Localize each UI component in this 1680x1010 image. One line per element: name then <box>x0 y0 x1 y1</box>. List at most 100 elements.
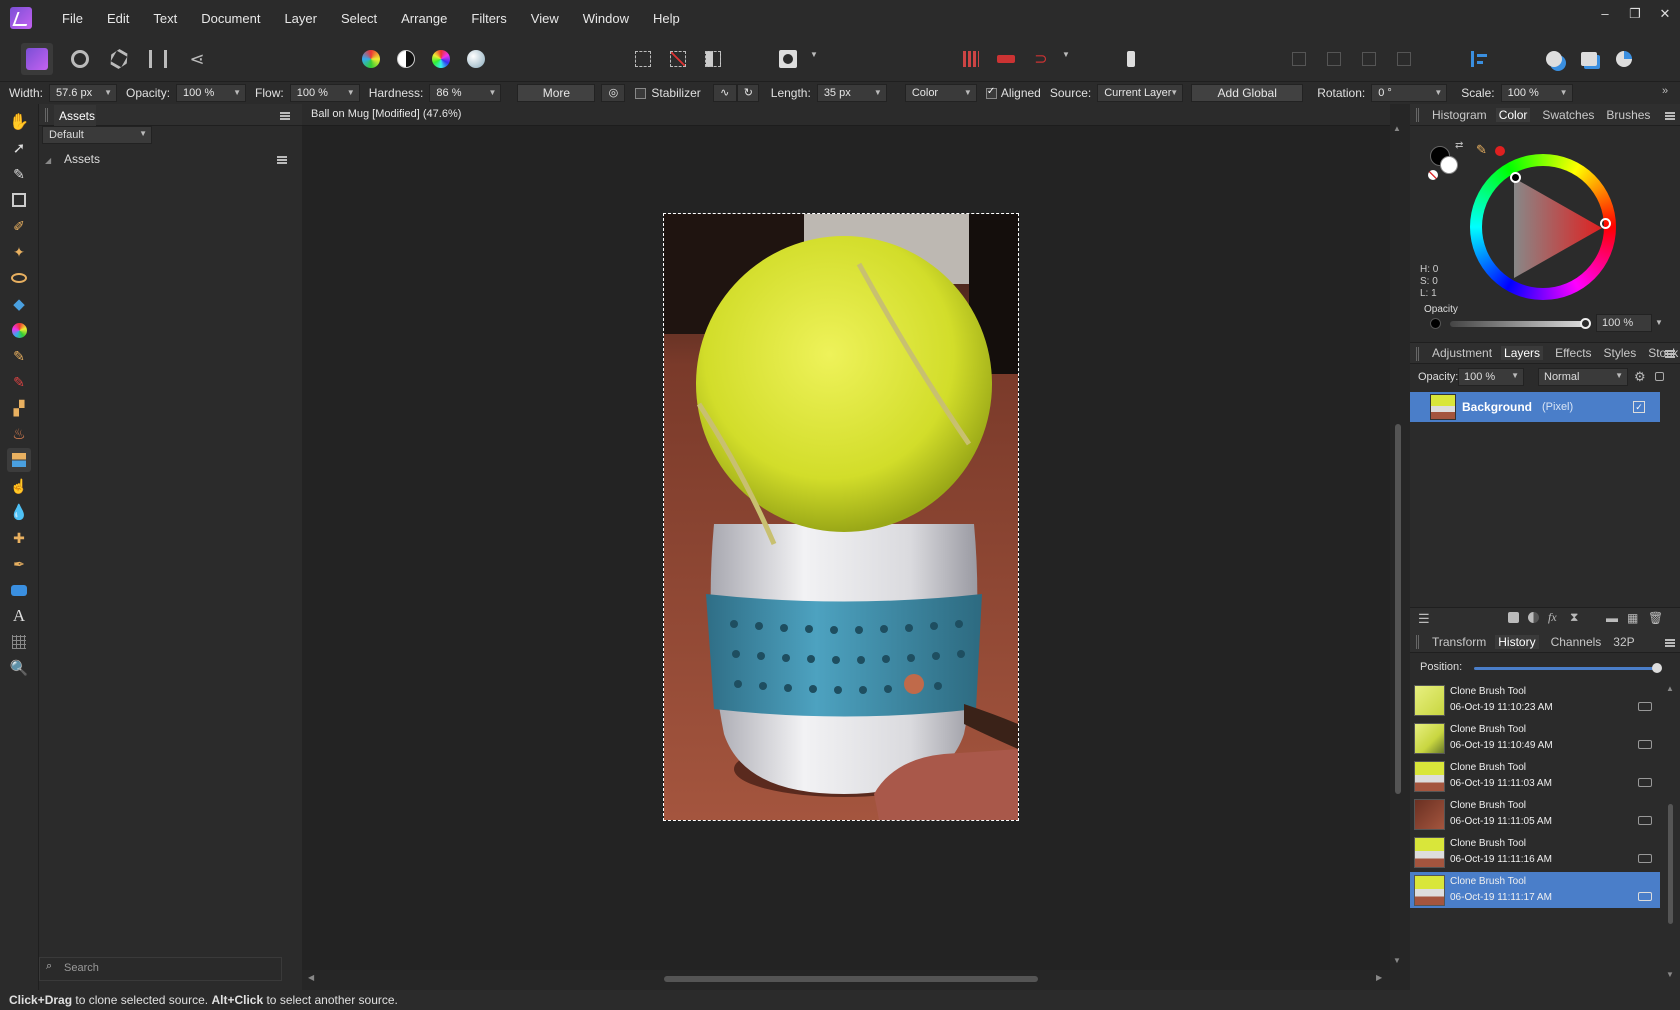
opacity-field[interactable]: 100 % ▼ <box>176 84 247 102</box>
paint-brush-tool-icon[interactable]: ✎ <box>7 344 31 368</box>
more-button[interactable]: More <box>517 84 596 102</box>
zoom-tool-icon[interactable]: 🔍 <box>7 656 31 680</box>
arrange-backward-icon[interactable] <box>1318 43 1350 75</box>
tab-32p[interactable]: 32P <box>1613 635 1634 649</box>
width-field[interactable]: 57.6 px ▼ <box>49 84 118 102</box>
menu-edit[interactable]: Edit <box>95 11 141 26</box>
document-tab[interactable]: Ball on Mug [Modified] (47.6%) ✕ <box>302 104 1403 126</box>
erase-brush-tool-icon[interactable]: ▞ <box>7 396 31 420</box>
tab-effects[interactable]: Effects <box>1555 346 1591 360</box>
studio-link-2-icon[interactable] <box>1573 43 1605 75</box>
scale-field[interactable]: 100 % ▼ <box>1500 84 1573 102</box>
layers-panel-menu-icon[interactable] <box>1665 350 1675 358</box>
auto-white-balance-icon[interactable] <box>460 43 492 75</box>
menu-view[interactable]: View <box>519 11 571 26</box>
menu-arrange[interactable]: Arrange <box>389 11 459 26</box>
tab-transform[interactable]: Transform <box>1432 635 1486 649</box>
rotation-field[interactable]: 0 ° ▼ <box>1371 84 1448 102</box>
quick-mask-dropdown-icon[interactable]: ▼ <box>810 50 818 59</box>
pen-tool-icon[interactable]: ✒ <box>7 552 31 576</box>
aligned-checkbox[interactable] <box>985 86 997 99</box>
color-opacity-slider-handle[interactable] <box>1580 318 1591 329</box>
force-pressure-icon[interactable]: ◎ <box>601 84 626 102</box>
lock-icon[interactable] <box>1655 372 1664 381</box>
tab-brushes[interactable]: Brushes <box>1606 108 1650 122</box>
select-all-icon[interactable] <box>627 43 659 75</box>
history-scroll-up-icon[interactable]: ▲ <box>1666 684 1674 693</box>
auto-levels-icon[interactable] <box>355 43 387 75</box>
hue-picker-handle[interactable] <box>1600 218 1611 229</box>
panel-grip-icon[interactable] <box>1416 347 1419 361</box>
close-window-icon[interactable]: ✕ <box>1652 6 1678 26</box>
auto-contrast-icon[interactable] <box>390 43 422 75</box>
gradient-tool-icon[interactable] <box>7 318 31 342</box>
history-item[interactable]: Clone Brush Tool 06-Oct-19 11:11:16 AM <box>1410 834 1660 870</box>
flow-field[interactable]: 100 % ▼ <box>289 84 360 102</box>
snapshot-camera-icon[interactable] <box>1638 816 1652 825</box>
panel-grip-icon[interactable] <box>1416 108 1419 122</box>
triangle-picker-handle[interactable] <box>1510 172 1521 183</box>
snapshot-camera-icon[interactable] <box>1638 702 1652 711</box>
adjustment-layer-icon[interactable] <box>1528 612 1539 623</box>
overflow-chevron-icon[interactable]: » <box>1662 85 1668 97</box>
stabilizer-checkbox[interactable] <box>635 87 647 99</box>
history-item[interactable]: Clone Brush Tool 06-Oct-19 11:11:03 AM <box>1410 758 1660 794</box>
history-panel-menu-icon[interactable] <box>1665 639 1675 647</box>
window-mode-icon[interactable]: ↻ <box>736 84 759 102</box>
color-opacity-slider[interactable] <box>1450 321 1586 327</box>
selection-brush-tool-icon[interactable]: ✐ <box>7 214 31 238</box>
no-color-icon[interactable] <box>1428 170 1438 180</box>
layers-stack-icon[interactable]: ☰ <box>1418 611 1430 627</box>
menu-select[interactable]: Select <box>329 11 389 26</box>
view-tool-icon[interactable]: ✋ <box>7 110 31 134</box>
menu-text[interactable]: Text <box>141 11 189 26</box>
layer-row-background[interactable]: Background (Pixel) ✓ <box>1410 392 1660 422</box>
snapshot-camera-icon[interactable] <box>1638 778 1652 787</box>
tab-histogram[interactable]: Histogram <box>1432 108 1487 122</box>
invert-selection-icon[interactable] <box>697 43 729 75</box>
snapshot-camera-icon[interactable] <box>1638 854 1652 863</box>
flood-fill-tool-icon[interactable]: ◆ <box>7 292 31 316</box>
color-opacity-field[interactable]: 100 % <box>1596 314 1652 332</box>
mesh-warp-tool-icon[interactable] <box>7 630 31 654</box>
move-tool-icon[interactable]: ➚ <box>7 136 31 160</box>
add-global-source-button[interactable]: Add Global Source <box>1191 84 1304 116</box>
length-field[interactable]: 35 px ▼ <box>816 84 887 102</box>
layers-opacity-field[interactable]: 100 % ▼ <box>1458 368 1524 386</box>
develop-persona-icon[interactable] <box>103 43 135 75</box>
color-panel-menu-icon[interactable] <box>1665 112 1675 120</box>
snapping-dropdown-icon[interactable]: ▼ <box>1062 50 1070 59</box>
scroll-down-icon[interactable]: ▼ <box>1393 956 1401 965</box>
smudge-brush-tool-icon[interactable]: ☝ <box>7 474 31 498</box>
history-position-handle[interactable] <box>1652 663 1662 673</box>
liquify-persona-icon[interactable] <box>64 43 96 75</box>
panel-grip-icon[interactable] <box>1416 635 1419 649</box>
export-persona-icon[interactable]: ⋖ <box>181 43 213 75</box>
fx-icon[interactable]: fx <box>1548 610 1557 625</box>
swap-colors-icon[interactable]: ⇄ <box>1455 140 1463 151</box>
flood-select-tool-icon[interactable]: ✦ <box>7 240 31 264</box>
delete-layer-icon[interactable]: 🗑 <box>1648 611 1663 625</box>
mask-layer-icon[interactable] <box>1508 612 1519 623</box>
tab-styles[interactable]: Styles <box>1604 346 1637 360</box>
healing-brush-tool-icon[interactable]: ✚ <box>7 526 31 550</box>
shape-tool-icon[interactable] <box>7 578 31 602</box>
lasso-tool-icon[interactable] <box>7 266 31 290</box>
blend-mode-select[interactable]: Color ▼ <box>904 84 977 102</box>
photo-persona-icon[interactable] <box>21 43 53 75</box>
rope-mode-icon[interactable]: ∿ <box>712 84 737 102</box>
add-pixel-layer-icon[interactable]: ▦ <box>1627 611 1638 625</box>
menu-filters[interactable]: Filters <box>459 11 518 26</box>
tab-history[interactable]: History <box>1495 635 1539 649</box>
history-item[interactable]: Clone Brush Tool 06-Oct-19 11:11:05 AM <box>1410 796 1660 832</box>
layer-settings-gear-icon[interactable]: ⚙ <box>1634 369 1646 385</box>
secondary-color-swatch[interactable] <box>1440 156 1458 174</box>
eyedropper-icon[interactable]: ✎ <box>1476 142 1487 158</box>
quick-mask-icon[interactable] <box>772 43 804 75</box>
menu-document[interactable]: Document <box>189 11 272 26</box>
menu-help[interactable]: Help <box>641 11 692 26</box>
history-item[interactable]: Clone Brush Tool 06-Oct-19 11:10:49 AM <box>1410 720 1660 756</box>
burn-brush-tool-icon[interactable]: ♨ <box>7 422 31 446</box>
panel-grip-icon[interactable] <box>45 108 48 122</box>
history-item-selected[interactable]: Clone Brush Tool 06-Oct-19 11:11:17 AM <box>1410 872 1660 908</box>
